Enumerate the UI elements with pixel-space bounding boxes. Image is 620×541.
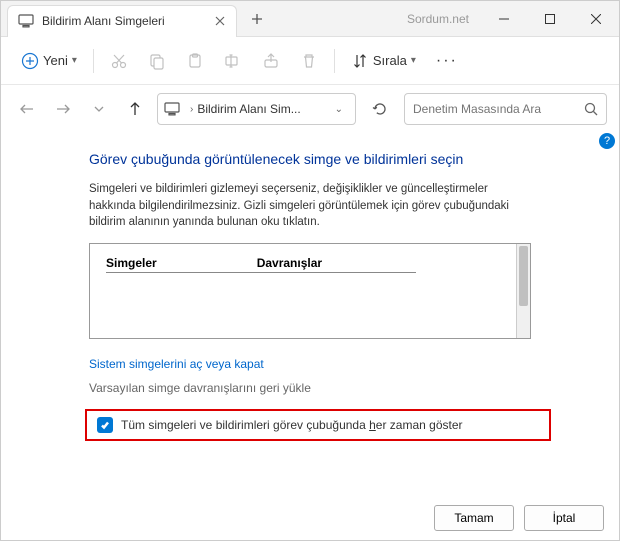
cancel-button[interactable]: İptal [524, 505, 604, 531]
search-input[interactable] [413, 102, 584, 116]
content-pane: ? Görev çubuğunda görüntülenecek simge v… [1, 133, 619, 441]
back-button[interactable] [13, 95, 41, 123]
new-button-label: Yeni [43, 53, 68, 68]
refresh-button[interactable] [364, 93, 396, 125]
more-button[interactable]: ··· [428, 52, 466, 70]
title-bar: Bildirim Alanı Simgeleri Sordum.net [1, 1, 619, 37]
delete-button[interactable] [292, 45, 326, 77]
recent-dropdown[interactable] [85, 95, 113, 123]
share-button[interactable] [254, 45, 288, 77]
rename-button[interactable] [216, 45, 250, 77]
window-tab[interactable]: Bildirim Alanı Simgeleri [7, 5, 237, 37]
minimize-button[interactable] [481, 1, 527, 37]
column-header-icons[interactable]: Simgeler [106, 256, 157, 270]
up-button[interactable] [121, 95, 149, 123]
tab-close-icon[interactable] [212, 13, 228, 29]
scrollbar-thumb[interactable] [519, 246, 528, 306]
always-show-checkbox[interactable] [97, 417, 113, 433]
scrollbar[interactable] [516, 244, 530, 338]
sort-button-label: Sırala [373, 53, 407, 68]
watermark: Sordum.net [407, 12, 469, 26]
search-icon [584, 102, 598, 116]
new-button[interactable]: Yeni ▾ [13, 45, 85, 77]
chevron-down-icon: ▾ [411, 55, 416, 66]
link-restore-defaults[interactable]: Varsayılan simge davranışlarını geri yük… [89, 381, 531, 395]
monitor-icon [164, 101, 180, 117]
search-box[interactable] [404, 93, 607, 125]
new-tab-button[interactable] [241, 3, 273, 35]
maximize-button[interactable] [527, 1, 573, 37]
help-icon[interactable]: ? [599, 133, 615, 149]
column-header-behaviors[interactable]: Davranışlar [257, 256, 322, 270]
paste-button[interactable] [178, 45, 212, 77]
close-button[interactable] [573, 1, 619, 37]
sort-button[interactable]: Sırala ▾ [343, 45, 424, 77]
forward-button[interactable] [49, 95, 77, 123]
link-system-icons[interactable]: Sistem simgelerini aç veya kapat [89, 357, 531, 371]
chevron-down-icon: ▾ [72, 55, 77, 66]
nav-bar: › Bildirim Alanı Sim... ⌄ [1, 85, 619, 133]
dialog-footer: Tamam İptal [434, 505, 604, 531]
always-show-label: Tüm simgeleri ve bildirimleri görev çubu… [121, 418, 463, 432]
chevron-right-icon: › [190, 104, 193, 115]
breadcrumb-text: Bildirim Alanı Sim... [197, 102, 328, 116]
chevron-down-icon[interactable]: ⌄ [329, 104, 349, 115]
monitor-icon [18, 13, 34, 29]
copy-button[interactable] [140, 45, 174, 77]
page-description: Simgeleri ve bildirimleri gizlemeyi seçe… [89, 181, 531, 231]
page-heading: Görev çubuğunda görüntülenecek simge ve … [89, 151, 531, 167]
icons-table: Simgeler Davranışlar [89, 243, 531, 339]
tab-title: Bildirim Alanı Simgeleri [42, 14, 212, 28]
toolbar: Yeni ▾ Sırala ▾ ··· [1, 37, 619, 85]
cut-button[interactable] [102, 45, 136, 77]
highlighted-checkbox-row: Tüm simgeleri ve bildirimleri görev çubu… [85, 409, 551, 441]
ok-button[interactable]: Tamam [434, 505, 514, 531]
address-bar[interactable]: › Bildirim Alanı Sim... ⌄ [157, 93, 356, 125]
